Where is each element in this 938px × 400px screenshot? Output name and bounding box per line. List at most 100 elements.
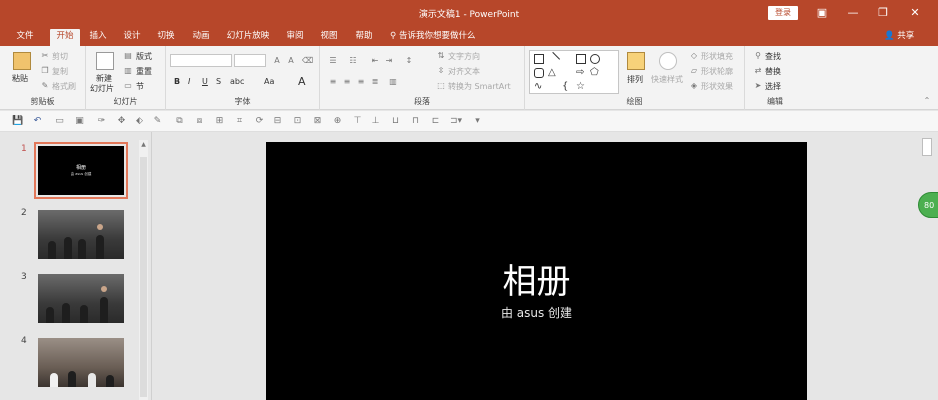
select-button[interactable]: 选择 <box>765 81 781 92</box>
curve-shape-icon[interactable]: ∿ <box>534 82 544 92</box>
distribute-h-icon[interactable]: ⊓ <box>410 116 421 127</box>
collapse-ribbon-icon[interactable]: ⌃ <box>922 96 932 106</box>
restore-icon[interactable]: ❐ <box>873 4 893 22</box>
rounded-rect-shape-icon[interactable] <box>534 68 544 78</box>
floating-badge[interactable]: 80 <box>918 192 938 218</box>
slide-thumbnail-3[interactable] <box>38 274 124 323</box>
paste-icon[interactable] <box>13 52 31 70</box>
line-spacing-icon[interactable]: ↕ <box>404 56 414 66</box>
close-icon[interactable]: ✕ <box>905 4 925 22</box>
quick-styles-button[interactable]: 快速样式 <box>651 74 683 85</box>
quick-styles-icon[interactable] <box>659 52 677 70</box>
find-icon[interactable]: ⚲ <box>753 51 763 61</box>
arrow-shape-icon[interactable]: ⇨ <box>576 68 586 78</box>
triangle-shape-icon[interactable]: △ <box>548 68 558 78</box>
shape-effects-icon[interactable]: ◈ <box>689 81 699 91</box>
brace-shape-icon[interactable]: { <box>562 82 572 92</box>
tab-help[interactable]: 帮助 <box>350 29 378 46</box>
align-text-icon[interactable]: ⇳ <box>436 66 446 76</box>
justify-icon[interactable]: ≣ <box>370 77 380 87</box>
cut-icon[interactable]: ✂ <box>40 51 50 61</box>
start-slideshow-icon[interactable]: ▣ <box>74 116 85 127</box>
reset-icon[interactable]: ▥ <box>123 66 133 76</box>
rectangle-shape-icon[interactable] <box>576 54 586 64</box>
align-center-icon[interactable]: ≡ <box>342 77 352 87</box>
numbering-icon[interactable]: ☷ <box>348 56 358 66</box>
lock-icon[interactable]: ⊠ <box>312 116 323 127</box>
group-icon[interactable]: ⧉ <box>174 116 185 127</box>
section-button[interactable]: 节 <box>136 81 144 92</box>
format-painter-icon[interactable]: ✎ <box>40 81 50 91</box>
scroll-up-icon[interactable]: ▲ <box>139 140 148 149</box>
eyedropper-icon[interactable]: ✎ <box>152 116 163 127</box>
copy-icon[interactable]: ❐ <box>40 66 50 76</box>
replace-button[interactable]: 替换 <box>765 66 781 77</box>
clear-format-icon[interactable]: ⌫ <box>302 56 313 66</box>
format-icon[interactable]: ⊡ <box>292 116 303 127</box>
pentagon-shape-icon[interactable]: ⬠ <box>590 68 600 78</box>
strikethrough-button[interactable]: S <box>216 77 221 86</box>
shape-outline-icon[interactable]: ▱ <box>689 66 699 76</box>
align-top-icon[interactable]: ⊤ <box>352 116 363 127</box>
slide-subtitle[interactable]: 由 asus 创建 <box>266 304 807 321</box>
arrange-button[interactable]: 排列 <box>627 74 643 85</box>
tab-file[interactable]: 文件 <box>12 29 38 46</box>
layout-button[interactable]: 版式 <box>136 51 152 62</box>
align-right-icon[interactable]: ≡ <box>356 77 366 87</box>
increase-indent-icon[interactable]: ⇥ <box>384 56 394 66</box>
italic-button[interactable]: I <box>188 77 190 86</box>
thumbnail-scrollbar[interactable]: ▲ <box>139 140 148 400</box>
grow-font-icon[interactable]: A <box>272 56 282 66</box>
shape-icon[interactable]: ⬖ <box>134 116 145 127</box>
tab-home[interactable]: 开始 <box>50 29 80 46</box>
find-button[interactable]: 查找 <box>765 51 781 62</box>
copy-button[interactable]: 复制 <box>52 66 68 77</box>
font-size-combo[interactable] <box>234 54 266 67</box>
tab-insert[interactable]: 插入 <box>84 29 112 46</box>
distribute-icon[interactable]: ⊟ <box>272 116 283 127</box>
columns-icon[interactable]: ▥ <box>388 77 398 87</box>
undo-icon[interactable]: ↶ <box>32 116 43 127</box>
redo-icon[interactable]: ▭ <box>54 116 65 127</box>
rotate-icon[interactable]: ⟳ <box>254 116 265 127</box>
tab-transitions[interactable]: 切换 <box>152 29 180 46</box>
star-shape-icon[interactable]: ☆ <box>576 82 586 92</box>
tab-view[interactable]: 视图 <box>315 29 343 46</box>
customize-qat-icon[interactable]: ▾ <box>472 116 483 127</box>
decrease-indent-icon[interactable]: ⇤ <box>370 56 380 66</box>
tab-design[interactable]: 设计 <box>118 29 146 46</box>
scrollbar-thumb[interactable] <box>140 157 147 397</box>
save-icon[interactable]: 💾 <box>12 116 23 127</box>
bold-button[interactable]: B <box>174 77 180 86</box>
line-shape-icon[interactable] <box>545 51 561 67</box>
change-case-button[interactable]: Aa <box>264 77 274 86</box>
align-text-button[interactable]: 对齐文本 <box>448 66 480 77</box>
current-slide[interactable]: 相册 由 asus 创建 <box>266 142 807 400</box>
login-button[interactable]: 登录 <box>768 6 798 20</box>
new-slide-label-2[interactable]: 幻灯片 <box>90 83 114 94</box>
ungroup-icon[interactable]: ⧈ <box>194 116 205 127</box>
shape-effects-button[interactable]: 形状效果 <box>701 81 733 92</box>
oval-shape-icon[interactable] <box>590 54 600 64</box>
underline-button[interactable]: U <box>202 77 208 86</box>
shapes-gallery[interactable]: △ ⇨ ⬠ ∿ { ☆ <box>529 50 619 94</box>
crop-icon[interactable]: ⌗ <box>234 116 245 127</box>
text-direction-button[interactable]: 文字方向 <box>448 51 480 62</box>
format-painter-button[interactable]: 格式刷 <box>52 81 76 92</box>
minimize-icon[interactable]: — <box>843 4 863 22</box>
paste-button[interactable]: 粘贴 <box>12 73 28 84</box>
shape-outline-button[interactable]: 形状轮廓 <box>701 66 733 77</box>
distribute-v-icon[interactable]: ⊏ <box>430 116 441 127</box>
shape-fill-icon[interactable]: ◇ <box>689 51 699 61</box>
align-middle-icon[interactable]: ⊥ <box>370 116 381 127</box>
char-spacing-button[interactable]: abc <box>230 77 244 86</box>
font-name-combo[interactable] <box>170 54 232 67</box>
slide-thumbnail-4[interactable] <box>38 338 124 387</box>
slide-thumbnail-2[interactable] <box>38 210 124 259</box>
font-color-button[interactable]: A <box>298 75 306 88</box>
cut-button[interactable]: 剪切 <box>52 51 68 62</box>
smartart-button[interactable]: 转换为 SmartArt <box>448 81 511 92</box>
bullets-icon[interactable]: ☰ <box>328 56 338 66</box>
new-slide-icon[interactable] <box>96 52 114 70</box>
shrink-font-icon[interactable]: A <box>286 56 296 66</box>
